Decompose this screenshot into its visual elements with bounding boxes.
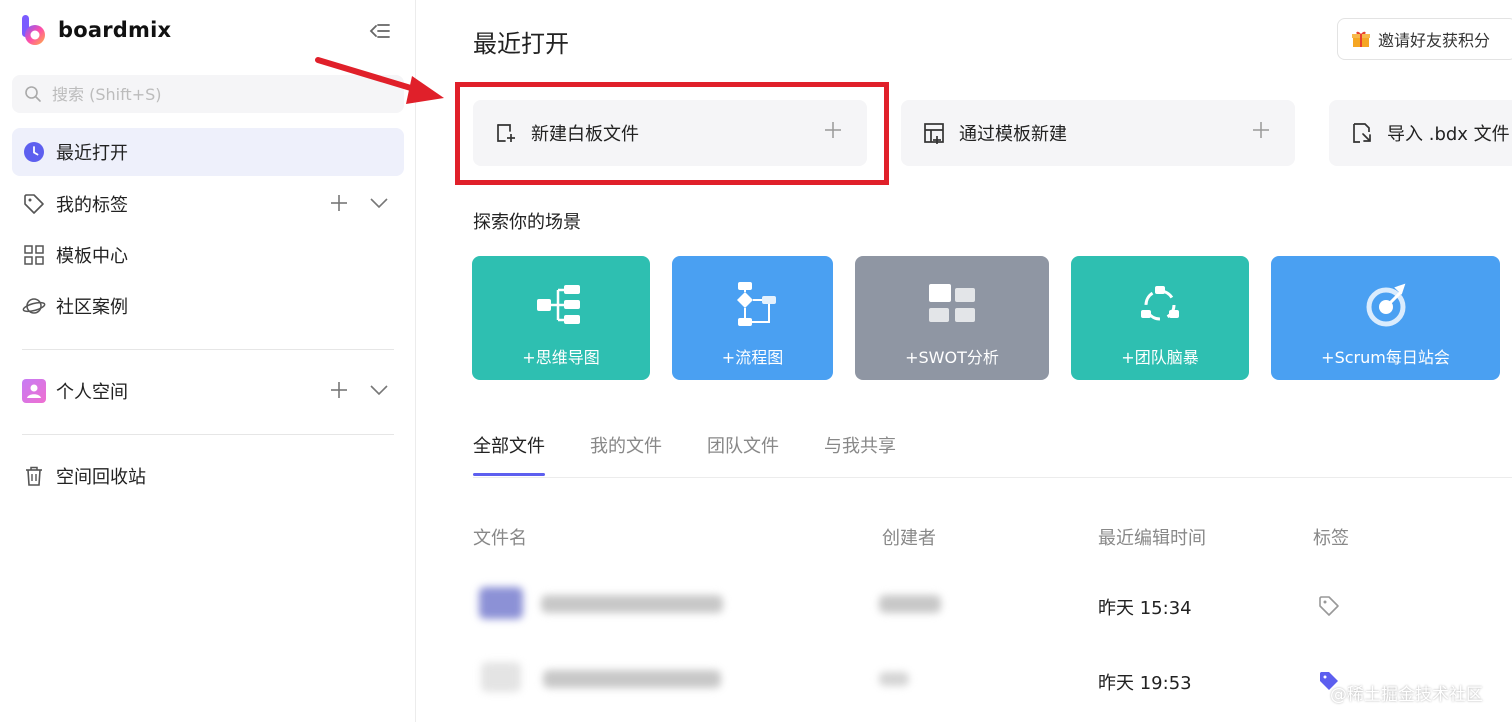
scene-mindmap-button[interactable]: +思维导图 (472, 256, 650, 380)
scene-flowchart-button[interactable]: +流程图 (672, 256, 833, 380)
grid-icon (22, 243, 46, 267)
brainstorm-icon (1141, 286, 1179, 321)
template-icon (924, 123, 944, 144)
new-from-template-button[interactable]: 通过模板新建 (901, 100, 1295, 166)
add-space-icon[interactable] (328, 379, 350, 401)
sidebar-item-label: 空间回收站 (56, 467, 146, 488)
creator-blurred (879, 672, 909, 686)
brand[interactable]: boardmix (20, 13, 171, 47)
tag-icon[interactable] (1318, 595, 1340, 617)
search-input[interactable] (52, 84, 352, 104)
main-content: 最近打开 邀请好友获积分 新建白板文件 通过模板新建 导入 .bdx 文件 探索… (417, 0, 1512, 722)
tags-actions (328, 192, 390, 214)
page-title: 最近打开 (473, 30, 569, 58)
import-bdx-button[interactable]: 导入 .bdx 文件 (1329, 100, 1512, 166)
explore-title: 探索你的场景 (473, 212, 581, 233)
sidebar-item-tags[interactable]: 我的标签 (12, 180, 404, 228)
divider (22, 349, 394, 350)
scene-swot-button[interactable]: +SWOT分析 (855, 256, 1049, 380)
user-avatar-icon (22, 379, 46, 403)
gift-icon (1352, 31, 1370, 47)
tab-my-files[interactable]: 我的文件 (590, 432, 662, 476)
watermark: @稀土掘金技术社区 (1330, 685, 1483, 705)
scene-label: +流程图 (721, 348, 784, 367)
scene-label: +团队脑暴 (1121, 348, 1199, 367)
collapse-sidebar-icon[interactable] (366, 18, 394, 44)
add-tag-icon[interactable] (328, 192, 350, 214)
sidebar-item-label: 个人空间 (56, 382, 128, 403)
mindmap-icon (537, 285, 580, 324)
tab-all-files[interactable]: 全部文件 (473, 432, 545, 476)
import-bdx-label: 导入 .bdx 文件 (1387, 124, 1510, 145)
scene-scrum-button[interactable]: +Scrum每日站会 (1271, 256, 1500, 380)
planet-icon (22, 294, 46, 318)
sidebar-item-label: 我的标签 (56, 195, 128, 216)
highlight-box (455, 82, 889, 185)
edited-time: 昨天 15:34 (1098, 598, 1192, 619)
chevron-down-icon[interactable] (368, 192, 390, 214)
import-file-icon (1353, 123, 1371, 143)
tab-team-files[interactable]: 团队文件 (707, 432, 779, 476)
file-thumbnail (479, 587, 523, 619)
sidebar-item-recent[interactable]: 最近打开 (12, 128, 404, 176)
from-template-label: 通过模板新建 (959, 124, 1067, 145)
sidebar-item-label: 模板中心 (56, 246, 128, 267)
boardmix-logo-icon (22, 15, 45, 45)
divider (22, 434, 394, 435)
column-header-name[interactable]: 文件名 (473, 524, 527, 550)
sidebar-item-trash[interactable]: 空间回收站 (12, 452, 404, 500)
trash-icon (22, 464, 46, 488)
clock-icon (22, 140, 46, 164)
column-header-edited[interactable]: 最近编辑时间 (1098, 524, 1206, 550)
creator-blurred (879, 595, 941, 613)
scene-label: +思维导图 (522, 348, 600, 367)
swot-icon (929, 284, 975, 322)
edited-time: 昨天 19:53 (1098, 673, 1192, 694)
invite-label: 邀请好友获积分 (1378, 31, 1491, 50)
table-row[interactable]: 昨天 15:34 (473, 575, 1512, 635)
scene-label: +SWOT分析 (905, 348, 999, 367)
sidebar-item-templates[interactable]: 模板中心 (12, 231, 404, 279)
target-icon (1366, 283, 1405, 327)
tab-divider (473, 477, 1512, 478)
file-thumbnail (481, 662, 521, 692)
search-icon (25, 86, 41, 102)
file-name-blurred (541, 595, 723, 613)
sidebar-item-label: 最近打开 (56, 143, 128, 164)
annotation-arrow (315, 57, 444, 104)
tab-shared-with-me[interactable]: 与我共享 (824, 432, 896, 476)
file-name-blurred (543, 670, 721, 688)
sidebar-item-label: 社区案例 (56, 297, 128, 318)
column-header-creator[interactable]: 创建者 (882, 524, 936, 550)
plus-icon (1253, 122, 1269, 138)
invite-friends-button[interactable]: 邀请好友获积分 (1337, 18, 1512, 60)
tag-icon (22, 192, 46, 216)
flowchart-icon (736, 282, 776, 326)
scene-brainstorm-button[interactable]: +团队脑暴 (1071, 256, 1249, 380)
column-header-tags[interactable]: 标签 (1313, 524, 1349, 550)
personal-space-actions (328, 379, 390, 401)
file-tabs: 全部文件 我的文件 团队文件 与我共享 (473, 432, 896, 478)
scene-label: +Scrum每日站会 (1321, 348, 1450, 367)
brand-name: boardmix (58, 18, 172, 42)
chevron-down-icon[interactable] (368, 379, 390, 401)
sidebar-item-community[interactable]: 社区案例 (12, 282, 404, 330)
sidebar-item-personal-space[interactable]: 个人空间 (12, 367, 404, 415)
